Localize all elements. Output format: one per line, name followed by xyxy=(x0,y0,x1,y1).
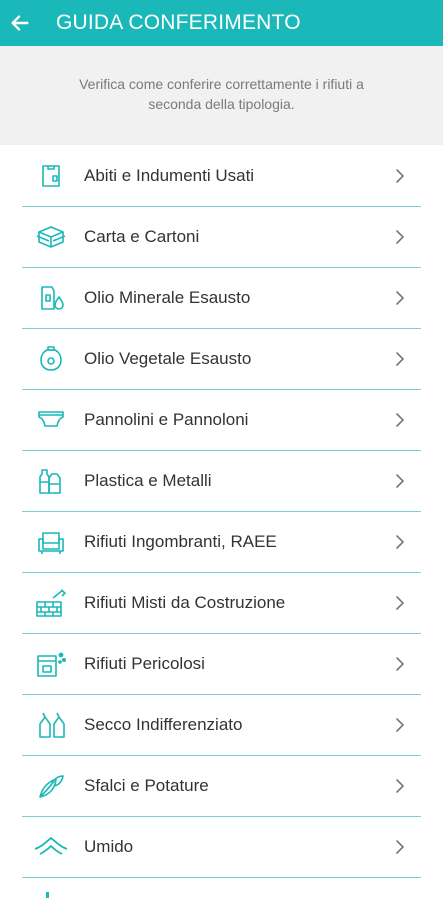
cardboard-box-icon xyxy=(34,220,68,254)
list-item-label: Abiti e Indumenti Usati xyxy=(84,165,255,185)
list-item-label: Rifiuti Pericolosi xyxy=(84,654,205,673)
chevron-right-icon xyxy=(387,595,413,611)
list-item-costruzione[interactable]: Rifiuti Misti da Costruzione xyxy=(22,573,421,634)
chevron-right-icon xyxy=(387,717,413,733)
trash-bags-icon xyxy=(34,708,68,742)
arrow-left-icon xyxy=(11,15,29,31)
hazard-container-icon xyxy=(34,647,68,681)
partial-icon xyxy=(34,881,68,915)
app-bar: GUIDA CONFERIMENTO xyxy=(0,0,443,46)
list-item-umido[interactable]: Umido xyxy=(22,817,421,878)
list-item-label: Umido xyxy=(84,837,134,856)
chevron-right-icon xyxy=(387,473,413,489)
intro-panel: Verifica come conferire correttamente i … xyxy=(0,46,443,145)
list-item-carta[interactable]: Carta e Cartoni xyxy=(22,207,421,268)
list-item-label: Pannolini e Pannoloni xyxy=(84,410,249,429)
list-item-label: Rifiuti Misti da Costruzione xyxy=(84,593,286,612)
chevron-right-icon xyxy=(387,778,413,794)
chevron-right-icon xyxy=(387,290,413,306)
list-item-pannolini[interactable]: Pannolini e Pannoloni xyxy=(22,390,421,451)
bricks-trowel-icon xyxy=(34,586,68,620)
list-item-label: Secco Indifferenziato xyxy=(84,715,243,734)
list-item-label: Rifiuti Ingombranti, RAEE xyxy=(84,532,277,551)
page-title: GUIDA CONFERIMENTO xyxy=(56,11,301,34)
chevron-right-icon xyxy=(387,839,413,855)
chevron-right-icon xyxy=(387,534,413,550)
list-item-secco[interactable]: Secco Indifferenziato xyxy=(22,695,421,756)
list-item-pericolosi[interactable]: Rifiuti Pericolosi xyxy=(22,634,421,695)
list-item-label: Olio Minerale Esausto xyxy=(84,288,251,307)
list-item-olio-minerale[interactable]: Olio Minerale Esausto xyxy=(22,268,421,329)
leaves-icon xyxy=(34,769,68,803)
chevron-right-icon xyxy=(387,229,413,245)
list-item-next-partial[interactable] xyxy=(22,878,421,918)
list-item-label: Plastica e Metalli xyxy=(84,471,212,490)
list-item-olio-vegetale[interactable]: Olio Vegetale Esausto xyxy=(22,329,421,390)
bottles-icon xyxy=(34,464,68,498)
chevron-right-icon xyxy=(387,656,413,672)
chevron-right-icon xyxy=(387,412,413,428)
chevron-right-icon xyxy=(387,351,413,367)
intro-text: Verifica come conferire correttamente i … xyxy=(79,76,364,112)
category-list: Abiti e Indumenti Usati Carta e Cartoni … xyxy=(22,145,421,918)
list-item-plastica[interactable]: Plastica e Metalli xyxy=(22,451,421,512)
list-item-sfalci[interactable]: Sfalci e Potature xyxy=(22,756,421,817)
chevron-right-icon xyxy=(387,168,413,184)
list-item-label: Olio Vegetale Esausto xyxy=(84,349,252,368)
diaper-icon xyxy=(34,403,68,437)
armchair-icon xyxy=(34,525,68,559)
oil-can-icon xyxy=(34,281,68,315)
list-item-abiti[interactable]: Abiti e Indumenti Usati xyxy=(22,145,421,207)
list-item-label: Sfalci e Potature xyxy=(84,776,209,795)
list-item-label: Carta e Cartoni xyxy=(84,227,200,246)
clothing-tag-icon xyxy=(34,159,68,193)
list-item-ingombranti[interactable]: Rifiuti Ingombranti, RAEE xyxy=(22,512,421,573)
organic-waste-icon xyxy=(34,830,68,864)
back-button[interactable] xyxy=(0,0,40,46)
vegetable-oil-icon xyxy=(34,342,68,376)
